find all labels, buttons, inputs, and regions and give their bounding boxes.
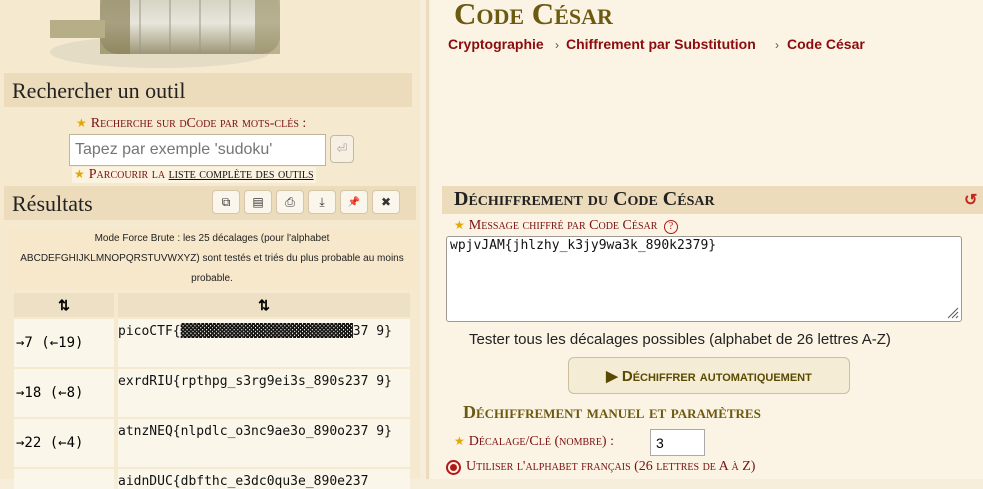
shift-column-header[interactable]: ⇅ <box>14 293 114 317</box>
search-submit-button[interactable]: ⏎ <box>330 135 354 163</box>
french-alphabet-option[interactable]: Utiliser l'alphabet français (26 lettres… <box>446 459 755 475</box>
radio-selected-icon[interactable] <box>446 459 461 475</box>
result-text[interactable]: picoCTF{▓▓▓▓▓▓▓▓▓▓▓▓▓▓▓▓▓▓▓▓▓▓37 9} <box>118 319 410 367</box>
close-icon: ✖ <box>380 195 392 209</box>
star-icon: ★ <box>74 167 85 181</box>
brute-force-info: Mode Force Brute : les 25 décalages (pou… <box>8 229 416 289</box>
shift-key-input[interactable] <box>650 429 705 456</box>
browse-tools: ★ Parcourir la liste complète des outils <box>72 167 316 183</box>
text-column-header[interactable]: ⇅ <box>118 293 410 317</box>
print-icon: ⎙ <box>285 194 295 209</box>
decipher-section-header: Déchiffrement du Code César <box>442 186 983 214</box>
tool-search-input[interactable] <box>69 134 326 166</box>
pin-icon: 📌 <box>347 196 361 208</box>
sort-icon: ⇅ <box>58 296 70 313</box>
keyword-search-label: ★ Recherche sur dCode par mots-clés : <box>76 116 307 131</box>
resize-handle-icon[interactable] <box>947 307 959 319</box>
result-text[interactable]: atnzNEQ{nlpdlc_o3nc9ae3o_890o237 9} <box>118 419 410 467</box>
result-shift <box>14 469 114 489</box>
copy-button[interactable]: ⧉ <box>212 190 240 214</box>
print-button[interactable]: ⎙ <box>276 190 304 214</box>
test-all-shifts-label: Tester tous les décalages possibles (alp… <box>469 331 891 348</box>
page-title: Code César <box>454 0 613 31</box>
shift-key-label: ★ Décalage/Clé (nombre) : <box>454 434 614 449</box>
message-label: ★ Message chiffré par Code César ? <box>454 218 678 234</box>
result-shift: →22 (←4) <box>14 419 114 467</box>
search-section-header: Rechercher un outil <box>4 73 412 107</box>
search-section-title: Rechercher un outil <box>12 78 186 103</box>
result-shift: →18 (←8) <box>14 369 114 417</box>
breadcrumb-separator: › <box>775 38 779 52</box>
breadcrumb-separator: › <box>555 38 559 52</box>
enter-icon: ⏎ <box>336 141 348 156</box>
column-divider <box>426 0 429 479</box>
auto-decrypt-button[interactable]: ▶ Déchiffrer automatiquement <box>568 357 850 394</box>
pin-button[interactable]: 📌 <box>340 190 368 214</box>
manual-section-title: Déchiffrement manuel et paramètres <box>463 402 761 422</box>
star-icon: ★ <box>454 434 465 448</box>
save-button[interactable]: ▤ <box>244 190 272 214</box>
browse-tools-link[interactable]: liste complète des outils <box>169 167 314 182</box>
result-text[interactable]: exrdRIU{rpthpg_s3rg9ei3s_890s237 9} <box>118 369 410 417</box>
breadcrumb-cryptographie[interactable]: Cryptographie <box>448 36 544 52</box>
result-shift: →7 (←19) <box>14 319 114 367</box>
result-text[interactable]: aidnDUC{dbfthc_e3dc0qu3e_890e237 <box>118 469 410 489</box>
download-icon: ⤓ <box>319 194 325 209</box>
breadcrumb-code-cesar[interactable]: Code César <box>787 36 865 52</box>
download-button[interactable]: ⤓ <box>308 190 336 214</box>
breadcrumb-substitution[interactable]: Chiffrement par Substitution <box>566 36 756 52</box>
sort-icon: ⇅ <box>258 296 270 313</box>
refresh-icon[interactable]: ↺ <box>964 190 977 210</box>
star-icon: ★ <box>454 218 465 232</box>
copy-icon: ⧉ <box>221 194 231 209</box>
ciphertext-textarea[interactable]: wpjvJAM{jhlzhy_k3jy9wa3k_890k2379} <box>446 236 962 322</box>
left-sidebar: Rechercher un outil ★ Recherche sur dCode… <box>0 0 420 489</box>
close-button[interactable]: ✖ <box>372 190 400 214</box>
main-content: Code César Cryptographie › Chiffrement p… <box>430 0 983 479</box>
star-icon: ★ <box>76 116 87 130</box>
cipher-cylinder-image <box>50 0 280 68</box>
save-icon: ▤ <box>252 195 264 209</box>
help-icon[interactable]: ? <box>663 220 678 234</box>
